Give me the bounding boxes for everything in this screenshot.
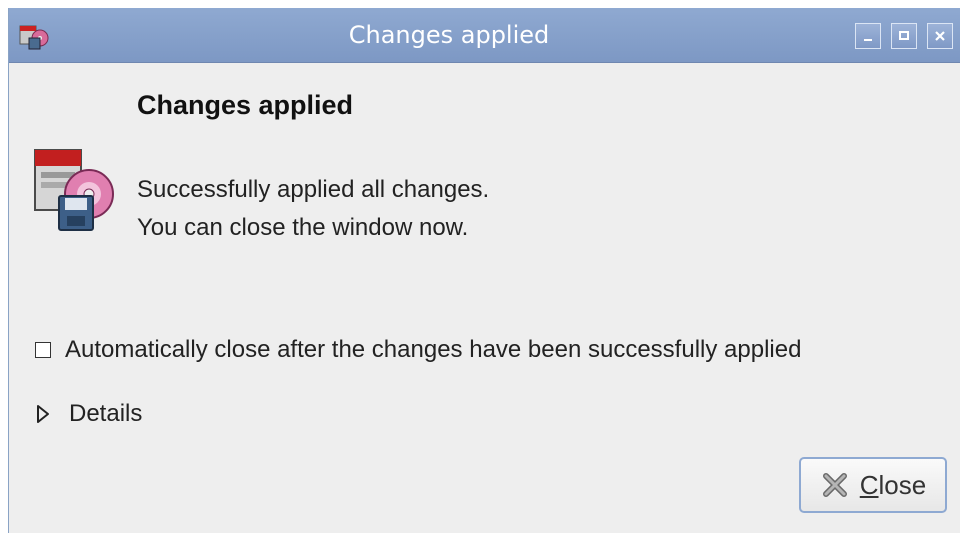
details-expander[interactable]: Details	[35, 394, 142, 434]
dialog-window: Changes applied Changes applied Successf…	[8, 8, 960, 533]
dialog-heading: Changes applied	[137, 90, 354, 120]
close-x-icon	[822, 473, 847, 497]
maximize-button[interactable]	[891, 23, 917, 49]
auto-close-option[interactable]: Automatically close after the changes ha…	[35, 330, 801, 370]
title-bar[interactable]: Changes applied	[9, 8, 960, 63]
maximize-icon	[899, 31, 909, 40]
window-close-button[interactable]	[927, 23, 953, 49]
close-icon	[935, 31, 945, 41]
close-button-label: Close	[860, 470, 926, 501]
auto-close-label[interactable]: Automatically close after the changes ha…	[65, 336, 801, 364]
package-installer-icon	[25, 138, 115, 238]
auto-close-checkbox[interactable]	[35, 342, 51, 358]
triangle-right-icon[interactable]	[35, 404, 51, 424]
status-message: Successfully applied all changes. You ca…	[137, 176, 490, 241]
minimize-button[interactable]	[855, 23, 881, 49]
close-button-label-rest: lose	[878, 469, 927, 500]
close-button-mnemonic: C	[859, 469, 879, 500]
close-button[interactable]: Close	[799, 457, 947, 513]
window-title: Changes applied	[348, 21, 550, 49]
minimize-icon	[864, 39, 872, 41]
details-label[interactable]: Details	[69, 400, 142, 428]
